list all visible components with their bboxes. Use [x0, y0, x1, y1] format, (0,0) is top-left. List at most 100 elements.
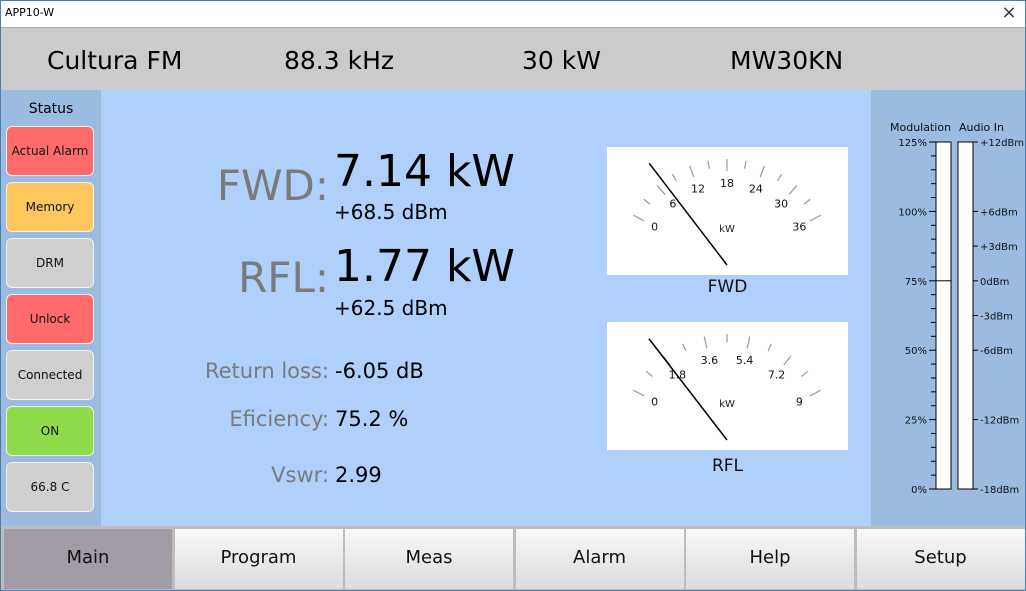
audio-tick-label: +3dBm	[980, 242, 1018, 253]
audio-in-bar	[957, 141, 974, 490]
fwd-label: FWD:	[216, 161, 329, 210]
audio-meters-panel: Modulation Audio In 125% 100% 75% 50% 25% 0% +12…	[871, 90, 1025, 526]
app-window: APP10-W × Cultura FM 88.3 kHz 30 kW MW30…	[0, 0, 1026, 591]
gauge-tick-label: 9	[796, 396, 803, 409]
rfl-dbm: +62.5 dBm	[334, 296, 448, 320]
audio-tick-label: +12dBm	[980, 138, 1024, 149]
gauge-tick	[776, 173, 783, 182]
gauge-tick	[656, 185, 666, 195]
audio-tick-label: +6dBm	[980, 207, 1018, 218]
return-loss-label: Return loss:	[204, 359, 329, 383]
gauge-tick-label: 0	[651, 221, 658, 234]
gauge-tick	[803, 198, 811, 205]
gauge-tick	[633, 389, 645, 397]
gauge-tick	[746, 336, 751, 349]
gauge-needle	[648, 162, 728, 266]
gauge-tick	[633, 214, 645, 222]
station-name: Cultura FM	[47, 46, 183, 75]
tab-alarm[interactable]: Alarm	[515, 529, 684, 589]
header-bar: Cultura FM 88.3 kHz 30 kW MW30KN	[1, 28, 1025, 90]
gauge-tick	[809, 389, 821, 397]
gauge-tick-label: 0	[651, 396, 658, 409]
tab-meas[interactable]: Meas	[345, 529, 513, 589]
status-indicator-memory-alarm[interactable]: Memory Alarm	[6, 182, 94, 262]
gauge-tick	[689, 165, 695, 178]
vswr-value: 2.99	[335, 463, 382, 487]
gauge-tick	[645, 370, 653, 377]
gauge-tick	[809, 214, 821, 222]
gauge-tick-label: 3.6	[701, 354, 719, 367]
title-bar: APP10-W ×	[1, 1, 1025, 28]
close-icon[interactable]: ×	[999, 3, 1019, 23]
main-panel: FWD: 7.14 kW +68.5 dBm RFL: 1.77 kW +62.…	[101, 90, 871, 526]
modulation-tick-label: 100%	[898, 207, 927, 218]
status-title: Status	[28, 101, 74, 117]
gauge-tick-label: 7.2	[768, 369, 786, 382]
gauge-tick-label: 12	[691, 182, 705, 195]
audio-tick-label: -18dBm	[980, 485, 1019, 496]
modulation-tick-label: 125%	[898, 138, 927, 149]
model-name: MW30KN	[730, 46, 844, 75]
gauge-tick-label: 36	[792, 221, 806, 234]
rfl-gauge-dial: 01.83.65.47.29kW	[633, 334, 821, 441]
gauge-tick-label: 24	[749, 182, 763, 195]
rfl-gauge-title: RFL	[711, 456, 744, 476]
gauge-tick-label: 18	[720, 177, 734, 190]
vswr-label: Vswr:	[271, 463, 329, 487]
gauge-tick	[767, 343, 773, 352]
status-indicator-drm[interactable]: DRM	[6, 238, 94, 288]
level-meters: Modulation Audio In 125% 100% 75% 50% 25% 0% +12…	[890, 121, 1024, 496]
gauge-tick	[707, 160, 711, 169]
modulation-tick-label: 75%	[905, 277, 927, 288]
fwd-gauge-title: FWD	[707, 277, 748, 297]
tab-main[interactable]: Main	[4, 529, 172, 589]
fwd-gauge-dial: 06 12 18 24 30 36 kW	[633, 159, 821, 266]
tab-program[interactable]: Program	[174, 529, 343, 589]
window-title: APP10-W	[5, 6, 55, 19]
audio-tick-label: 0dBm	[980, 277, 1009, 288]
status-indicator-actual-alarm[interactable]: Actual Alarm	[6, 126, 94, 176]
modulation-tick-label: 25%	[905, 416, 927, 427]
audio-tick-label: -12dBm	[980, 416, 1019, 427]
rfl-label: RFL:	[238, 253, 329, 302]
rfl-gauge: 01.83.65.47.29kW	[607, 322, 848, 450]
fwd-gauge: 0 6 12 18 24 30 36 kW	[607, 147, 848, 275]
status-indicator-on[interactable]: ON	[6, 406, 94, 456]
gauge-tick-label: 5.4	[736, 354, 754, 367]
rfl-value: 1.77 kW	[334, 241, 515, 292]
gauge-unit-label: kW	[719, 399, 735, 410]
return-loss-value: -6.05 dB	[335, 359, 424, 383]
status-indicator-unlock[interactable]: Unlock	[6, 294, 94, 344]
audio-tick-label: -3dBm	[980, 312, 1013, 323]
gauge-tick	[743, 160, 747, 169]
gauge-tick	[681, 343, 687, 352]
gauge-tick-label: 6	[669, 197, 676, 210]
audio-in-label: Audio In	[959, 121, 1004, 134]
modulation-label: Modulation	[890, 121, 951, 134]
tab-setup[interactable]: Setup	[856, 529, 1025, 589]
gauge-tick	[671, 173, 678, 182]
tab-help[interactable]: Help	[686, 529, 854, 589]
gauge-tick	[703, 336, 708, 349]
gauge-unit-label: kW	[719, 224, 735, 235]
gauge-tick	[643, 198, 651, 205]
modulation-tick-label: 50%	[905, 346, 927, 357]
gauge-tick-label: 30	[774, 197, 788, 210]
tab-bar: Main Program Meas Alarm Help Setup	[1, 526, 1025, 590]
gauge-tick	[783, 355, 792, 366]
status-indicator-connected[interactable]: Connected	[6, 350, 94, 400]
gauge-tick	[759, 165, 765, 178]
fwd-value: 7.14 kW	[334, 146, 515, 197]
modulation-tick-label: 0%	[911, 485, 927, 496]
status-panel: Status Actual Alarm Memory AlarmDRM Unlock…	[1, 90, 101, 526]
frequency: 88.3 kHz	[284, 46, 395, 75]
nominal-power: 30 kW	[522, 46, 601, 75]
fwd-dbm: +68.5 dBm	[334, 200, 448, 224]
efficiency-label: Eficiency:	[229, 407, 329, 431]
status-indicator-66-8-c[interactable]: 66.8 C	[6, 462, 94, 512]
modulation-bar	[935, 141, 952, 490]
audio-tick-label: -6dBm	[980, 346, 1013, 357]
efficiency-value: 75.2 %	[335, 407, 409, 431]
gauge-tick	[788, 185, 798, 195]
gauge-tick	[801, 370, 809, 377]
